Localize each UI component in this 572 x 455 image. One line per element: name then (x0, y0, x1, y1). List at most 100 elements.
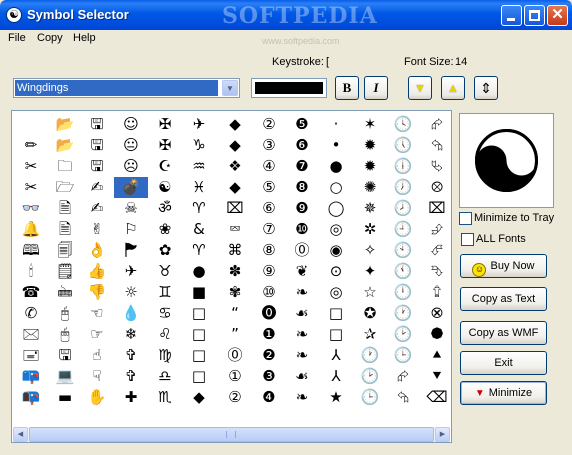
symbol-cell[interactable]: ⑨ (252, 261, 286, 282)
symbol-cell[interactable]: ⮳ (420, 114, 451, 135)
symbol-cell[interactable]: ⯅ (420, 345, 451, 366)
symbol-cell[interactable]: 🗀 (48, 156, 82, 177)
symbol-cell[interactable]: ◆ (182, 387, 216, 408)
symbol-cell[interactable]: ☠ (114, 198, 148, 219)
symbol-cell[interactable]: 💻 (48, 366, 82, 387)
symbol-cell[interactable]: ◆ (218, 177, 252, 198)
symbol-cell[interactable]: ♌ (148, 324, 182, 345)
symbol-cell[interactable]: ✈ (114, 261, 148, 282)
symbol-cell[interactable]: ❄ (114, 324, 148, 345)
symbol-cell[interactable]: 🗎 (48, 198, 82, 219)
symbol-cell[interactable]: ❧ (285, 387, 319, 408)
symbol-cell[interactable]: ☞ (80, 324, 114, 345)
symbol-cell[interactable]: 🕒 (353, 387, 387, 408)
symbol-cell[interactable]: ❹ (252, 387, 286, 408)
symbol-cell[interactable]: ☼ (114, 282, 148, 303)
symbol-cell[interactable]: 🖂 (14, 324, 48, 345)
buy-now-button[interactable]: ☺ Buy Now (460, 254, 547, 278)
copy-as-text-button[interactable]: Copy as Text (460, 287, 547, 311)
symbol-cell[interactable]: 🕕 (386, 156, 420, 177)
symbol-cell[interactable]: ✹ (353, 156, 387, 177)
symbol-cell[interactable]: ❼ (285, 156, 319, 177)
symbol-cell[interactable]: 🖃 (14, 345, 48, 366)
symbol-cell[interactable]: ✚ (114, 387, 148, 408)
symbol-cell[interactable]: ☜ (80, 303, 114, 324)
decrease-size-button[interactable]: ▼ (408, 76, 432, 100)
symbol-cell[interactable]: ♉ (148, 261, 182, 282)
menu-copy[interactable]: Copy (37, 32, 63, 44)
symbol-cell[interactable]: ✽ (218, 261, 252, 282)
symbol-cell[interactable]: ⮱ (420, 156, 451, 177)
symbol-cell[interactable]: ✈ (182, 114, 216, 135)
symbol-cell[interactable]: 🗐 (48, 240, 82, 261)
symbol-cell[interactable]: 🕗 (386, 198, 420, 219)
symbol-cell[interactable]: ✍ (80, 177, 114, 198)
symbol-cell[interactable]: ✏ (14, 135, 48, 156)
symbol-cell[interactable]: ” (218, 324, 252, 345)
symbol-cell[interactable]: ● (182, 261, 216, 282)
symbol-cell[interactable]: ❀ (148, 219, 182, 240)
symbol-cell[interactable]: 🕓 (386, 114, 420, 135)
symbol-cell[interactable]: 👌 (80, 240, 114, 261)
symbol-cell[interactable]: ⮾ (420, 177, 451, 198)
menu-file[interactable]: File (8, 32, 26, 44)
color-picker[interactable] (251, 78, 327, 98)
symbol-cell[interactable]: ☎ (14, 282, 48, 303)
symbol-cell[interactable]: 👎 (80, 282, 114, 303)
maximize-window-button[interactable] (524, 5, 545, 26)
copy-as-wmf-button[interactable]: Copy as WMF (460, 321, 547, 345)
symbol-cell[interactable]: □ (319, 303, 353, 324)
symbol-cell[interactable]: ★ (319, 387, 353, 408)
symbol-cell[interactable]: ✧ (353, 240, 387, 261)
symbol-cell[interactable]: ❦ (285, 261, 319, 282)
symbol-cell[interactable]: ☙ (285, 303, 319, 324)
symbol-cell[interactable]: ☙ (285, 366, 319, 387)
symbol-cell[interactable]: ◆ (218, 114, 252, 135)
symbol-cell[interactable]: 🕚 (386, 261, 420, 282)
symbol-cell[interactable]: ⌧ (420, 198, 451, 219)
symbol-cell[interactable]: ☯ (148, 177, 182, 198)
symbol-cell[interactable]: □ (182, 303, 216, 324)
symbol-cell[interactable]: ✪ (353, 303, 387, 324)
symbol-cell[interactable]: “ (218, 303, 252, 324)
symbol-cell[interactable]: ✌ (80, 219, 114, 240)
symbol-cell[interactable]: 🗁 (48, 177, 82, 198)
symbol-cell[interactable]: 🖰 (48, 303, 82, 324)
symbol-cell[interactable]: ✂ (14, 177, 48, 198)
symbol-cell[interactable]: 😐 (114, 135, 148, 156)
symbol-cell[interactable]: • (319, 135, 353, 156)
symbol-cell[interactable]: ◎ (319, 219, 353, 240)
symbol-cell[interactable]: 🕖 (386, 177, 420, 198)
symbol-cell[interactable]: 🕔 (386, 135, 420, 156)
symbol-cell[interactable]: ❾ (285, 198, 319, 219)
symbol-cell[interactable]: ♓ (182, 177, 216, 198)
symbol-cell[interactable]: 🕘 (386, 219, 420, 240)
symbol-cell[interactable]: ✋ (80, 387, 114, 408)
symbol-cell[interactable]: 🖱 (48, 324, 82, 345)
symbol-cell[interactable]: ♑ (182, 135, 216, 156)
symbol-cell[interactable]: ○ (319, 177, 353, 198)
symbol-cell[interactable]: ⮷ (420, 261, 451, 282)
symbol-cell[interactable]: ✹ (353, 135, 387, 156)
symbol-cell[interactable]: 🖫 (80, 156, 114, 177)
symbol-cell[interactable]: ⮸ (420, 282, 451, 303)
symbol-cell[interactable]: ◆ (218, 135, 252, 156)
symbol-cell[interactable]: ⅄ (319, 345, 353, 366)
symbol-cell[interactable]: ✍ (80, 198, 114, 219)
symbol-cell[interactable]: ✠ (148, 114, 182, 135)
symbol-cell[interactable]: ❽ (285, 177, 319, 198)
symbol-cell[interactable]: ❖ (218, 156, 252, 177)
symbol-cell[interactable]: 🕑 (353, 366, 387, 387)
symbol-cell[interactable]: ① (218, 366, 252, 387)
symbol-cell[interactable]: 📂 (48, 135, 82, 156)
symbol-cell[interactable]: ⮿ (420, 303, 451, 324)
symbol-cell[interactable]: ❧ (285, 345, 319, 366)
exit-button[interactable]: Exit (460, 351, 547, 375)
symbol-cell[interactable]: ♈ (182, 198, 216, 219)
symbol-cell[interactable]: 🖫 (48, 345, 82, 366)
symbol-cell[interactable]: ⮶ (420, 240, 451, 261)
symbol-cell[interactable]: ❿ (285, 219, 319, 240)
symbol-cell[interactable]: 💣 (114, 177, 148, 198)
symbol-cell[interactable]: ④ (252, 156, 286, 177)
symbol-cell[interactable]: ⮲ (420, 135, 451, 156)
